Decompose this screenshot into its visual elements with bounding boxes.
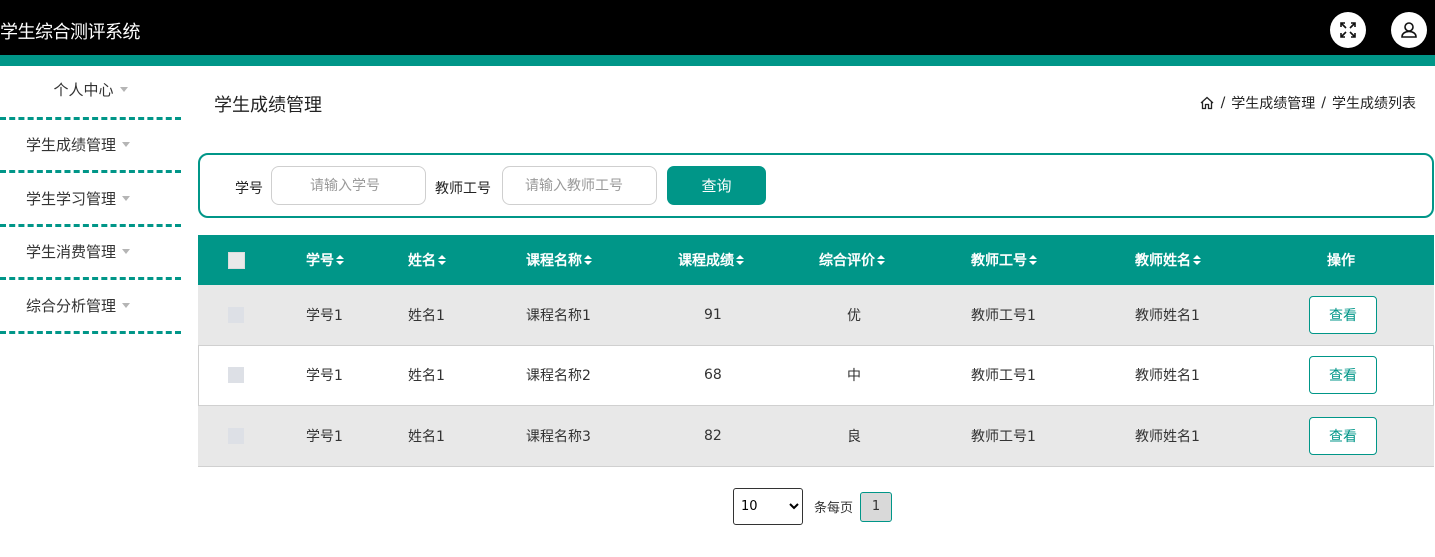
cell-student-id: 学号1 [306, 368, 343, 385]
column-header-action: 操作 [1327, 253, 1355, 269]
sidebar-item-label: 学生学习管理 [26, 189, 117, 208]
breadcrumb-separator: / [1220, 95, 1226, 111]
view-button[interactable]: 查看 [1309, 356, 1377, 395]
breadcrumb: / 学生成绩管理 / 学生成绩列表 [1199, 93, 1416, 113]
caret-down-icon [122, 302, 131, 308]
page-size-select[interactable]: 10 [733, 488, 803, 525]
sidebar-item-grades[interactable]: 学生成绩管理 [0, 120, 181, 173]
user-menu-button[interactable] [1391, 12, 1427, 48]
sort-icon [877, 255, 885, 265]
student-id-input[interactable] [271, 166, 426, 205]
sort-icon [1193, 255, 1201, 265]
cell-score: 82 [704, 427, 722, 444]
cell-score: 91 [704, 306, 722, 323]
caret-down-icon [122, 249, 131, 255]
cell-teacher-name: 教师姓名1 [1135, 307, 1200, 324]
sidebar-item-study[interactable]: 学生学习管理 [0, 173, 181, 227]
sidebar-item-personal-center[interactable]: 个人中心 [0, 66, 181, 120]
column-header-student-id[interactable]: 学号 [306, 235, 344, 285]
top-bar: 学生综合测评系统 [0, 0, 1435, 55]
sidebar: 个人中心 学生成绩管理 学生学习管理 学生消费管理 综合分析管理 [0, 66, 181, 334]
fullscreen-icon [1340, 22, 1356, 38]
table-header-row: 学号 姓名 课程名称 课程成绩 综合评价 教师工号 教师姓名 操作 [198, 235, 1434, 285]
cell-teacher-name: 教师姓名1 [1135, 428, 1200, 445]
app-title: 学生综合测评系统 [0, 22, 141, 43]
sort-icon [584, 255, 592, 265]
pagination: 10 条每页 1 [733, 488, 893, 525]
caret-down-icon [122, 195, 131, 201]
teacher-id-input[interactable] [502, 166, 657, 205]
header-accent-strip [0, 55, 1435, 66]
cell-student-id: 学号1 [306, 307, 343, 324]
cell-name: 姓名1 [408, 307, 445, 324]
column-header-rating[interactable]: 综合评价 [819, 235, 885, 285]
student-id-label: 学号 [235, 181, 263, 197]
breadcrumb-separator: / [1321, 95, 1326, 111]
row-checkbox[interactable] [228, 367, 244, 384]
teacher-id-label: 教师工号 [435, 181, 491, 197]
cell-teacher-id: 教师工号1 [971, 307, 1036, 324]
sidebar-item-label: 学生消费管理 [26, 243, 117, 262]
cell-rating: 优 [847, 307, 861, 324]
column-header-name[interactable]: 姓名 [408, 235, 446, 285]
sidebar-item-consumption[interactable]: 学生消费管理 [0, 227, 181, 280]
page-title: 学生成绩管理 [214, 95, 322, 116]
sidebar-item-label: 综合分析管理 [26, 296, 117, 315]
row-checkbox[interactable] [228, 427, 244, 444]
sort-icon [336, 255, 344, 265]
view-button[interactable]: 查看 [1309, 416, 1377, 455]
column-header-course[interactable]: 课程名称 [526, 235, 592, 285]
column-header-teacher-name[interactable]: 教师姓名 [1135, 235, 1201, 285]
cell-course: 课程名称1 [526, 307, 591, 324]
caret-down-icon [122, 142, 131, 148]
sort-icon [736, 255, 744, 265]
sidebar-item-label: 学生成绩管理 [26, 136, 117, 155]
cell-teacher-id: 教师工号1 [971, 368, 1036, 385]
sort-icon [438, 255, 446, 265]
cell-student-id: 学号1 [306, 428, 343, 445]
breadcrumb-item-grades[interactable]: 学生成绩管理 [1231, 93, 1315, 113]
per-page-label: 条每页 [814, 501, 854, 516]
sort-icon [1029, 255, 1037, 265]
home-icon[interactable] [1199, 95, 1215, 111]
cell-score: 68 [704, 367, 722, 384]
cell-rating: 良 [847, 428, 861, 445]
sidebar-item-label: 个人中心 [53, 80, 114, 99]
grades-table: 学号 姓名 课程名称 课程成绩 综合评价 教师工号 教师姓名 操作 学号1 姓名… [198, 235, 1434, 467]
column-header-score[interactable]: 课程成绩 [678, 235, 744, 285]
column-header-teacher-id[interactable]: 教师工号 [971, 235, 1037, 285]
cell-name: 姓名1 [408, 368, 445, 385]
cell-teacher-id: 教师工号1 [971, 428, 1036, 445]
select-all-checkbox[interactable] [228, 251, 245, 269]
row-checkbox[interactable] [228, 306, 244, 323]
cell-rating: 中 [847, 368, 861, 385]
view-button[interactable]: 查看 [1309, 295, 1377, 334]
search-panel: 学号 教师工号 查询 [198, 153, 1434, 218]
table-row: 学号1 姓名1 课程名称3 82 良 教师工号1 教师姓名1 查看 [198, 406, 1434, 467]
query-button[interactable]: 查询 [667, 166, 766, 205]
user-icon [1401, 22, 1417, 38]
cell-course: 课程名称3 [526, 428, 591, 445]
cell-name: 姓名1 [408, 428, 445, 445]
sidebar-item-analysis[interactable]: 综合分析管理 [0, 280, 181, 334]
page-number-button[interactable]: 1 [860, 491, 893, 522]
cell-teacher-name: 教师姓名1 [1135, 368, 1200, 385]
fullscreen-button[interactable] [1330, 12, 1366, 48]
table-row: 学号1 姓名1 课程名称2 68 中 教师工号1 教师姓名1 查看 [198, 346, 1434, 406]
caret-down-icon [119, 86, 128, 92]
breadcrumb-item-list: 学生成绩列表 [1332, 96, 1416, 112]
table-row: 学号1 姓名1 课程名称1 91 优 教师工号1 教师姓名1 查看 [198, 285, 1434, 346]
cell-course: 课程名称2 [526, 368, 591, 385]
